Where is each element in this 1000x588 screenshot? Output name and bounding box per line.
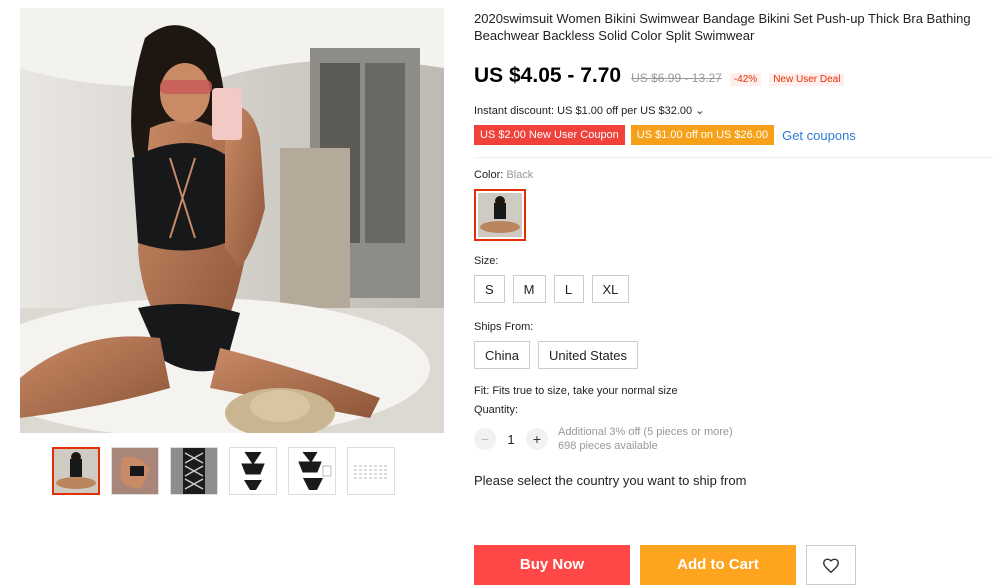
thumbnail-3[interactable] [170,447,218,495]
color-label: Color: Black [474,169,994,181]
size-option-s[interactable]: S [474,275,505,303]
size-option-xl[interactable]: XL [591,275,630,303]
ships-from-label: Ships From: [474,321,534,333]
quantity-info: Additional 3% off (5 pieces or more) 698… [558,425,733,453]
thumbnail-6[interactable] [347,447,395,495]
divider [474,157,994,158]
new-user-coupon[interactable]: US $2.00 New User Coupon [474,125,625,145]
size-section: Size: S M L XL [474,255,994,303]
color-section: Color: Black [474,169,994,241]
buy-now-button[interactable]: Buy Now [474,545,630,585]
product-title: 2020swimsuit Women Bikini Swimwear Banda… [474,11,971,43]
ships-from-section: Ships From: China United States [474,321,994,369]
thumbnail-4[interactable] [229,447,277,495]
ship-from-prompt: Please select the country you want to sh… [474,473,747,488]
price: US $4.05 - 7.70 [474,64,622,87]
store-coupon[interactable]: US $1.00 off on US $26.00 [630,125,775,145]
thumbnail-5[interactable] [288,447,336,495]
thumbnail-1[interactable] [52,447,100,495]
heart-icon [822,558,840,573]
fit-note: Fit: Fits true to size, take your normal… [474,385,678,397]
product-photo [20,8,444,433]
price-row: US $4.05 - 7.70 US $6.99 - 13.27 -42% Ne… [474,64,994,88]
thumbnail-2[interactable] [111,447,159,495]
product-info: 2020swimsuit Women Bikini Swimwear Banda… [474,10,994,488]
color-label-text: Color: [474,169,504,181]
size-label: Size: [474,255,499,267]
size-options: S M L XL [474,275,994,303]
quantity-value[interactable]: 1 [496,432,526,447]
ships-from-china[interactable]: China [474,341,530,369]
thumbnail-strip [52,447,395,495]
discount-badge: -42% [729,73,762,86]
ships-from-united-states[interactable]: United States [537,341,639,369]
ships-from-options: China United States [474,341,994,369]
quantity-plus-button[interactable]: + [526,428,548,450]
product-main-image[interactable] [20,8,444,433]
quantity-minus-button[interactable]: − [474,428,496,450]
instant-discount[interactable]: Instant discount: US $1.00 off per US $3… [474,104,994,117]
additional-discount-text: Additional 3% off (5 pieces or more) [558,426,733,438]
quantity-label: Quantity: [474,404,519,416]
add-to-cart-button[interactable]: Add to Cart [640,545,796,585]
original-price: US $6.99 - 13.27 [631,71,722,85]
wishlist-button[interactable] [806,545,856,585]
quantity-stepper: − 1 + Additional 3% off (5 pieces or mor… [474,425,994,453]
size-option-l[interactable]: L [553,275,584,303]
coupon-row: US $2.00 New User Coupon US $1.00 off on… [474,125,994,145]
pieces-available-text: 698 pieces available [558,440,658,452]
color-swatch-black[interactable] [474,189,526,241]
color-value: Black [506,169,534,181]
get-coupons-link[interactable]: Get coupons [782,128,856,143]
size-option-m[interactable]: M [512,275,546,303]
new-user-deal-badge: New User Deal [769,73,845,86]
